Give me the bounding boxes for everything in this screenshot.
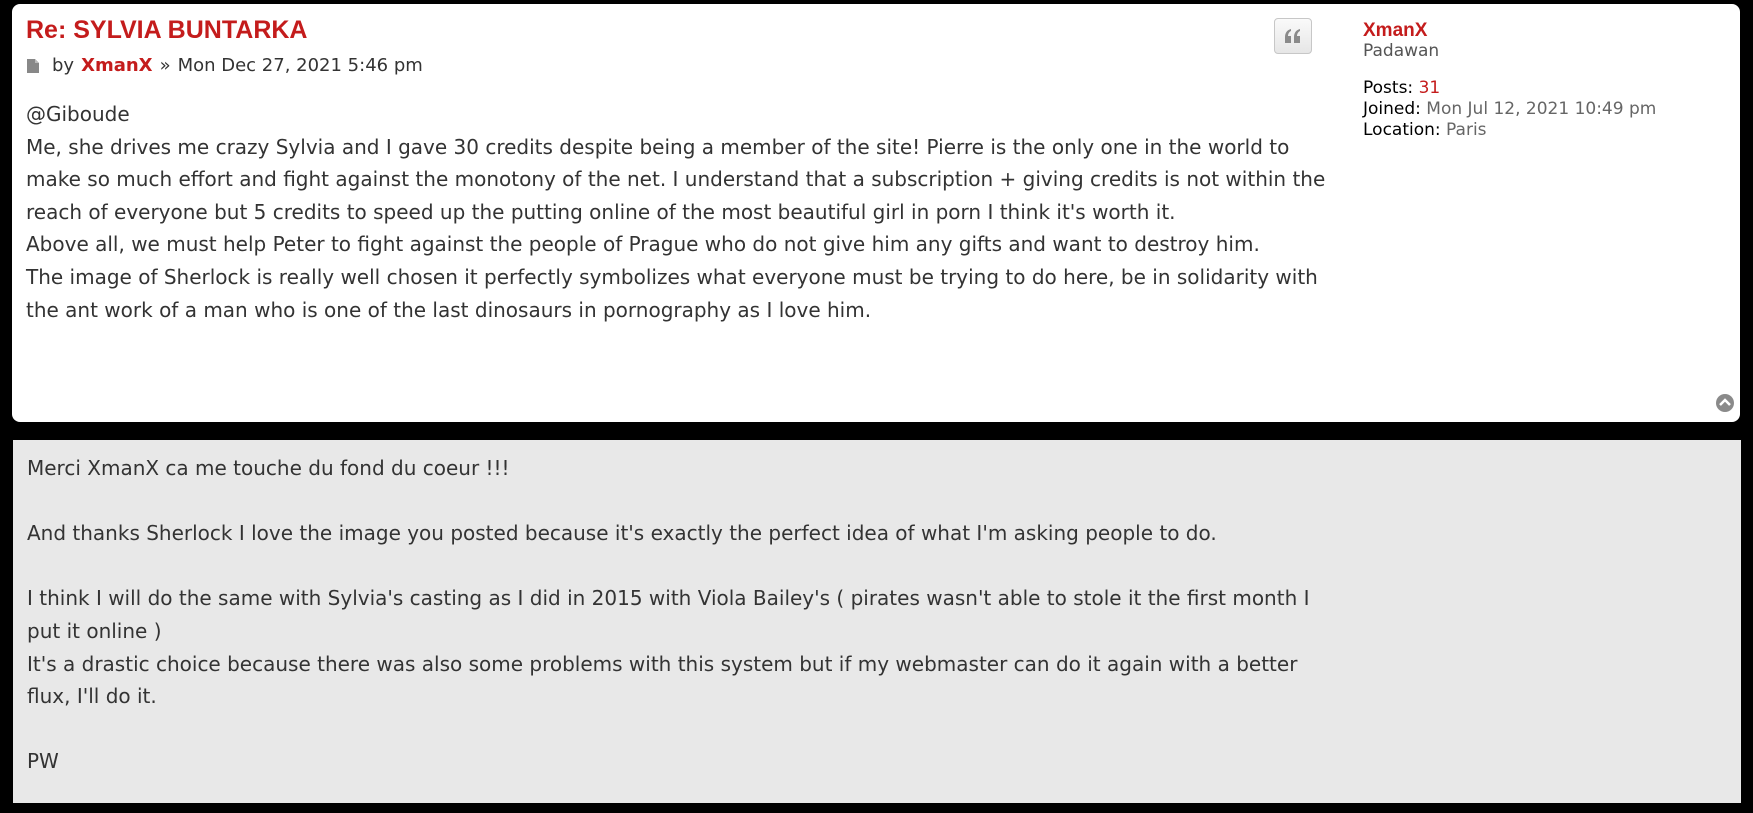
- quote-button[interactable]: [1274, 18, 1312, 54]
- post-content: @Giboude Me, she drives me crazy Sylvia …: [26, 98, 1326, 326]
- joined-date: Mon Jul 12, 2021 10:49 pm: [1426, 99, 1657, 119]
- profile-rank: Padawan: [1363, 41, 1440, 61]
- post-date: Mon Dec 27, 2021 5:46 pm: [177, 55, 423, 76]
- reply-content: Merci XmanX ca me touche du fond du coeu…: [27, 452, 1327, 778]
- reply-signature: PW: [27, 749, 59, 774]
- joined-label: Joined:: [1363, 99, 1421, 119]
- reply-line: Merci XmanX ca me touche du fond du coeu…: [27, 456, 510, 480]
- profile-joined: Joined: Mon Jul 12, 2021 10:49 pm: [1363, 99, 1656, 120]
- location-value: Paris: [1446, 120, 1487, 140]
- reply-line: I think I will do the same with Sylvia's…: [27, 586, 1310, 643]
- post-paragraph: Above all, we must help Peter to fight a…: [26, 232, 1260, 257]
- reply-post: Merci XmanX ca me touche du fond du coeu…: [13, 440, 1741, 803]
- back-to-top-icon[interactable]: [1715, 393, 1735, 413]
- post-paragraph: The image of Sherlock is really well cho…: [26, 264, 1318, 322]
- post-paragraph: @Giboude: [26, 102, 130, 126]
- file-icon[interactable]: [26, 58, 40, 74]
- meta-separator: »: [159, 55, 171, 76]
- profile-stats: Posts: 31 Joined: Mon Jul 12, 2021 10:49…: [1363, 78, 1656, 141]
- post-title[interactable]: Re: SYLVIA BUNTARKA: [26, 16, 307, 45]
- profile-location: Location: Paris: [1363, 120, 1656, 141]
- by-label: by: [52, 55, 75, 76]
- quote-icon: [1285, 29, 1300, 43]
- forum-post: Re: SYLVIA BUNTARKA by XmanX » Mon Dec 2…: [12, 4, 1740, 422]
- author-link[interactable]: XmanX: [81, 55, 152, 76]
- author-profile: XmanX Padawan Posts: 31 Joined: Mon Jul …: [1363, 20, 1656, 141]
- post-paragraph: Me, she drives me crazy Sylvia and I gav…: [26, 134, 1326, 224]
- location-label: Location:: [1363, 120, 1441, 140]
- post-meta: by XmanX » Mon Dec 27, 2021 5:46 pm: [26, 55, 423, 76]
- posts-count[interactable]: 31: [1419, 78, 1441, 98]
- reply-line: And thanks Sherlock I love the image you…: [27, 521, 1217, 546]
- posts-label: Posts:: [1363, 78, 1414, 98]
- profile-posts: Posts: 31: [1363, 78, 1656, 99]
- profile-username[interactable]: XmanX: [1363, 20, 1656, 41]
- reply-line: It's a drastic choice because there was …: [27, 651, 1298, 709]
